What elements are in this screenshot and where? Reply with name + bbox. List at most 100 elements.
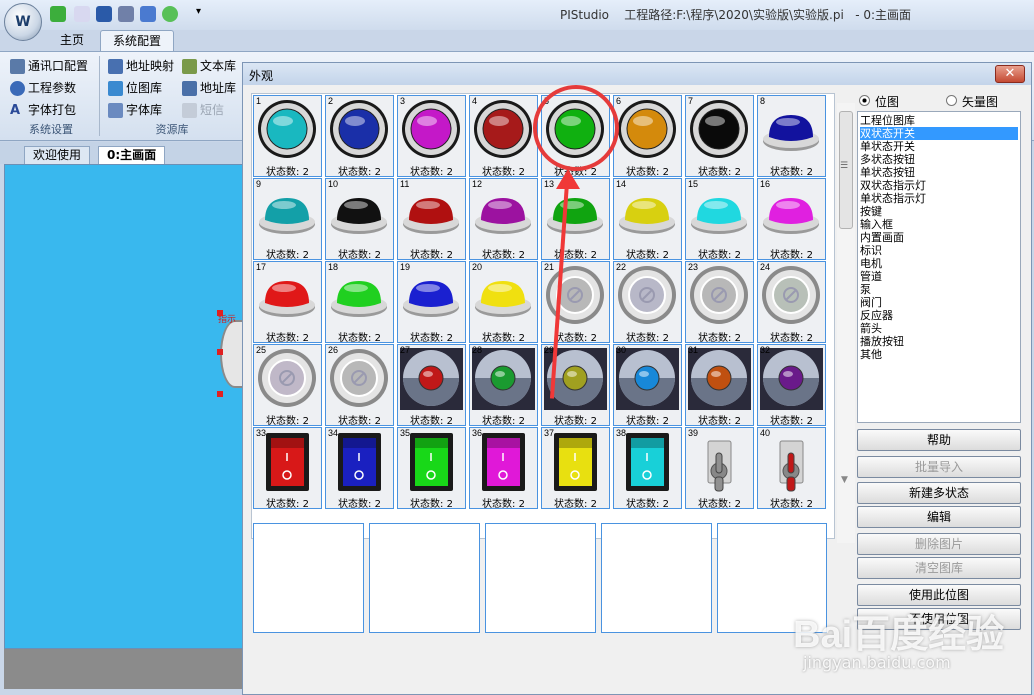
- bitmap-cell-10[interactable]: 10 状态数: 2: [325, 178, 394, 261]
- design-canvas[interactable]: [4, 164, 244, 649]
- bitmap-cell-24[interactable]: 24 状态数: 2: [757, 261, 826, 344]
- state-count-label: 状态数: 2: [554, 250, 597, 261]
- bitmap-cell-28[interactable]: 28 状态数: 2: [469, 344, 538, 427]
- empty-slot[interactable]: [253, 523, 364, 633]
- bitmap-cell-40[interactable]: 40 状态数: 2: [757, 427, 826, 510]
- quick-access-dropdown-icon[interactable]: ▾: [196, 6, 201, 17]
- bitmap-cell-3[interactable]: 3 状态数: 2: [397, 95, 466, 178]
- button-preview-image: [403, 198, 459, 234]
- text-library-button[interactable]: 文本库: [182, 56, 236, 76]
- bitmap-cell-39[interactable]: 39 状态数: 2: [685, 427, 754, 510]
- bitmap-cell-30[interactable]: 30 状态数: 2: [613, 344, 682, 427]
- bitmap-cell-8[interactable]: 8 状态数: 2: [757, 95, 826, 178]
- bitmap-cell-21[interactable]: 21 状态数: 2: [541, 261, 610, 344]
- project-params-button[interactable]: 工程参数: [10, 78, 76, 98]
- bitmap-cell-32[interactable]: 32 状态数: 2: [757, 344, 826, 427]
- bitmap-cell-36[interactable]: 36 状态数: 2: [469, 427, 538, 510]
- library-item[interactable]: 阀门: [860, 296, 882, 309]
- library-item[interactable]: 播放按钮: [860, 335, 904, 348]
- font-library-button[interactable]: 字体库: [108, 100, 162, 120]
- bitmap-cell-26[interactable]: 26 状态数: 2: [325, 344, 394, 427]
- library-item[interactable]: 电机: [860, 257, 882, 270]
- batch-import-button[interactable]: 批量导入: [857, 456, 1021, 478]
- bitmap-cell-15[interactable]: 15 状态数: 2: [685, 178, 754, 261]
- app-logo-button[interactable]: W: [4, 3, 42, 41]
- bitmap-cell-1[interactable]: 1 状态数: 2: [253, 95, 322, 178]
- bitmap-cell-14[interactable]: 14 状态数: 2: [613, 178, 682, 261]
- bitmap-cell-20[interactable]: 20 状态数: 2: [469, 261, 538, 344]
- selection-handle[interactable]: [217, 349, 223, 355]
- sms-button[interactable]: 短信: [182, 100, 224, 120]
- library-item[interactable]: 工程位图库: [860, 114, 915, 127]
- bitmap-radio[interactable]: [859, 95, 870, 106]
- tab-home[interactable]: 主页: [44, 30, 100, 52]
- library-item[interactable]: 双状态指示灯: [860, 179, 926, 192]
- library-item[interactable]: 其他: [860, 348, 882, 361]
- library-item[interactable]: 管道: [860, 270, 882, 283]
- library-item[interactable]: 按键: [860, 205, 882, 218]
- vector-radio[interactable]: [946, 95, 957, 106]
- bitmap-cell-25[interactable]: 25 状态数: 2: [253, 344, 322, 427]
- save-icon[interactable]: [96, 6, 112, 22]
- tab-system-config[interactable]: 系统配置: [100, 30, 174, 52]
- bitmap-cell-35[interactable]: 35 状态数: 2: [397, 427, 466, 510]
- download-icon[interactable]: [140, 6, 156, 22]
- tab-welcome[interactable]: 欢迎使用: [24, 146, 91, 164]
- tab-main-screen[interactable]: 0:主画面: [98, 146, 166, 164]
- comm-port-config-button[interactable]: 通讯口配置: [10, 56, 88, 76]
- library-item[interactable]: 双状态开关: [860, 127, 1018, 140]
- library-item[interactable]: 反应器: [860, 309, 893, 322]
- bitmap-library-button[interactable]: 位图库: [108, 78, 162, 98]
- empty-slot[interactable]: [485, 523, 596, 633]
- library-item[interactable]: 单状态按钮: [860, 166, 915, 179]
- bitmap-cell-18[interactable]: 18 状态数: 2: [325, 261, 394, 344]
- bitmap-cell-34[interactable]: 34 状态数: 2: [325, 427, 394, 510]
- delete-picture-button[interactable]: 删除图片: [857, 533, 1021, 555]
- library-item[interactable]: 输入框: [860, 218, 893, 231]
- close-button[interactable]: ✕: [995, 65, 1025, 83]
- bitmap-cell-31[interactable]: 31 状态数: 2: [685, 344, 754, 427]
- bitmap-cell-12[interactable]: 12 状态数: 2: [469, 178, 538, 261]
- library-item[interactable]: 内置画面: [860, 231, 904, 244]
- library-item[interactable]: 标识: [860, 244, 882, 257]
- bitmap-cell-23[interactable]: 23 状态数: 2: [685, 261, 754, 344]
- bitmap-cell-17[interactable]: 17 状态数: 2: [253, 261, 322, 344]
- bitmap-cell-38[interactable]: 38 状态数: 2: [613, 427, 682, 510]
- edit-button[interactable]: 编辑: [857, 506, 1021, 528]
- library-item[interactable]: 单状态指示灯: [860, 192, 926, 205]
- clear-library-button[interactable]: 清空图库: [857, 557, 1021, 579]
- bitmap-cell-33[interactable]: 33 状态数: 2: [253, 427, 322, 510]
- library-list[interactable]: 工程位图库 双状态开关 单状态开关 多状态按钮 单状态按钮 双状态指示灯 单状态指示灯 按键输…: [857, 111, 1021, 423]
- bitmap-cell-13[interactable]: 13 状态数: 2: [541, 178, 610, 261]
- bitmap-cell-16[interactable]: 16 状态数: 2: [757, 178, 826, 261]
- font-pack-button[interactable]: A 字体打包: [10, 100, 76, 120]
- bitmap-cell-19[interactable]: 19 状态数: 2: [397, 261, 466, 344]
- bitmap-cell-9[interactable]: 9 状态数: 2: [253, 178, 322, 261]
- open-icon[interactable]: [74, 6, 90, 22]
- help-button[interactable]: 帮助: [857, 429, 1021, 451]
- bitmap-cell-7[interactable]: 7 状态数: 2: [685, 95, 754, 178]
- library-item[interactable]: 泵: [860, 283, 871, 296]
- bitmap-cell-6[interactable]: 6 状态数: 2: [613, 95, 682, 178]
- bitmap-cell-11[interactable]: 11 状态数: 2: [397, 178, 466, 261]
- bitmap-cell-22[interactable]: 22 状态数: 2: [613, 261, 682, 344]
- scroll-down-icon[interactable]: ▼: [841, 475, 848, 485]
- bitmap-cell-2[interactable]: 2 状态数: 2: [325, 95, 394, 178]
- selection-handle[interactable]: [217, 391, 223, 397]
- run-icon[interactable]: [162, 6, 178, 22]
- bitmap-cell-27[interactable]: 27 状态数: 2: [397, 344, 466, 427]
- save-as-icon[interactable]: [118, 6, 134, 22]
- cell-number: 37: [544, 428, 555, 438]
- empty-slot[interactable]: [369, 523, 480, 633]
- new-icon[interactable]: [50, 6, 66, 22]
- library-item[interactable]: 多状态按钮: [860, 153, 915, 166]
- library-item[interactable]: 单状态开关: [860, 140, 915, 153]
- new-multistate-button[interactable]: 新建多状态: [857, 482, 1021, 504]
- empty-slot[interactable]: [601, 523, 712, 633]
- selection-handle[interactable]: [217, 310, 223, 316]
- bitmap-cell-37[interactable]: 37 状态数: 2: [541, 427, 610, 510]
- bitmap-cell-4[interactable]: 4 状态数: 2: [469, 95, 538, 178]
- address-library-button[interactable]: 地址库: [182, 78, 236, 98]
- address-mapping-button[interactable]: 地址映射: [108, 56, 174, 76]
- library-item[interactable]: 箭头: [860, 322, 882, 335]
